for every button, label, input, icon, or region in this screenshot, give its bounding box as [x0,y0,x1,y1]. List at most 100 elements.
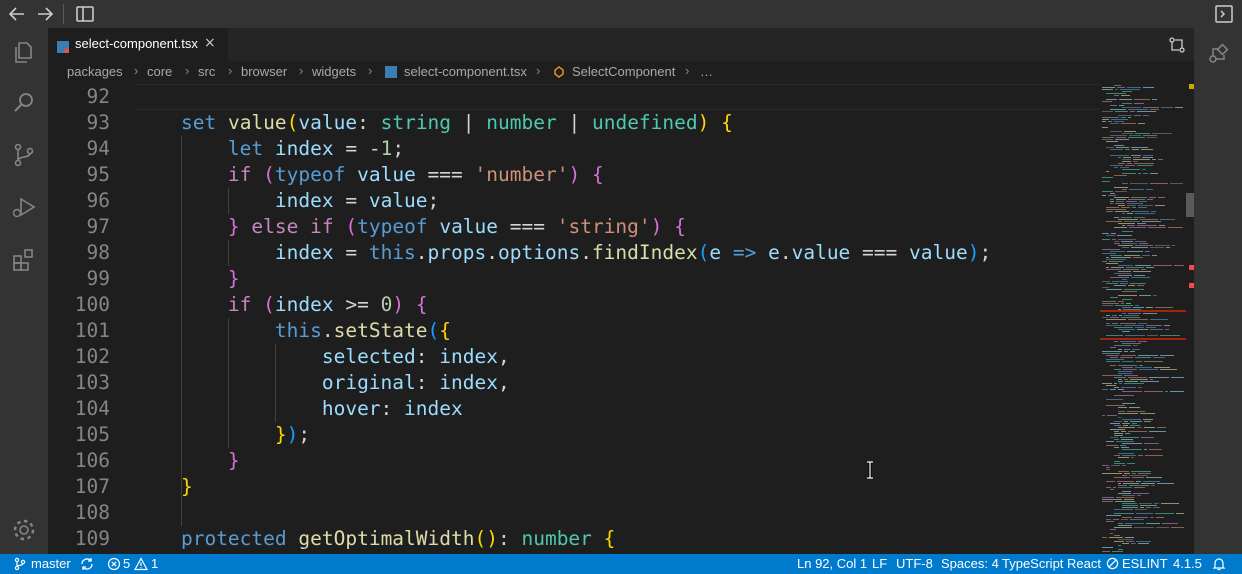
close-icon[interactable]: × [204,35,216,51]
open-changes-icon[interactable] [1168,36,1186,54]
minimap-line [1165,329,1169,330]
minimap-line [1138,323,1147,324]
minimap-line [1122,243,1137,244]
scrollbar-thumb[interactable] [1186,193,1194,217]
minimap-line [1159,225,1165,226]
minimap-line [1131,277,1150,278]
minimap-line [1122,331,1130,332]
breadcrumb-item[interactable]: widgets [312,64,356,79]
minimap-line [1110,437,1118,438]
minimap-line [1119,383,1122,384]
toggle-sidebar-icon[interactable] [74,3,96,25]
tab-select-component[interactable]: select-component.tsx × [48,28,228,61]
search-icon[interactable] [10,89,38,117]
code-line: 107 } [48,474,1194,500]
indentation[interactable]: Spaces: 4 [941,556,999,571]
minimap-line [1106,487,1111,488]
minimap-line [1133,257,1143,258]
minimap-line [1147,199,1153,200]
minimap-line [1117,87,1125,88]
sync-icon[interactable] [80,557,94,574]
extensions-icon[interactable] [10,246,38,274]
branch-name[interactable]: master [31,556,71,571]
breadcrumb-item[interactable]: src [198,64,215,79]
react-tsx-file-icon [57,38,70,54]
settings-gear-icon[interactable] [10,516,38,544]
minimap-line [1141,149,1153,150]
minimap-line [1106,221,1122,222]
minimap-line [1110,255,1122,256]
minimap-line [1150,329,1163,330]
minimap-line [1152,133,1172,134]
code-line: 97 } else if (typeof value === 'string')… [48,214,1194,240]
minimap-line [1102,537,1107,538]
minimap-line [1102,551,1110,552]
minimap-line [1122,161,1131,162]
minimap-line [1118,417,1121,418]
code-line: 94 let index = -1; [48,136,1194,162]
arrow-right-icon[interactable] [34,3,56,25]
minimap-line [1118,379,1122,380]
minimap-line [1143,481,1160,482]
breadcrumb-item[interactable]: select-component.tsx [404,64,527,79]
minimap-line [1115,305,1133,306]
minimap-line [1114,327,1133,328]
minimap-line [1138,341,1147,342]
minimap[interactable] [1100,83,1186,554]
arrow-left-icon[interactable] [6,3,28,25]
toggle-panel-icon[interactable] [1213,3,1235,25]
notifications-bell-icon[interactable] [1212,556,1226,574]
breadcrumb-item[interactable]: core [147,64,172,79]
warning-count[interactable]: 1 [151,556,158,571]
minimap-line [1110,489,1114,490]
code-line: 106 } [48,448,1194,474]
breadcrumb-item[interactable]: SelectComponent [572,64,675,79]
minimap-line [1139,365,1143,366]
minimap-line [1124,131,1136,132]
end-of-line[interactable]: LF [872,556,887,571]
minimap-line [1133,345,1138,346]
minimap-line [1156,527,1169,528]
minimap-line [1130,183,1148,184]
minimap-line [1110,201,1114,202]
typescript-version[interactable]: 4.1.5 [1173,556,1202,571]
extensions-view-icon[interactable] [1204,40,1232,68]
breadcrumb-item[interactable]: packages [67,64,123,79]
eslint-status[interactable]: ESLINT [1122,556,1168,571]
breadcrumb-item[interactable]: browser [241,64,287,79]
run-debug-icon[interactable] [10,193,38,221]
minimap-line [1114,509,1133,510]
cursor-position[interactable]: Ln 92, Col 1 [797,556,867,571]
code-editor[interactable]: 92 93 set value(value: string | number |… [48,83,1194,554]
minimap-line [1122,183,1128,184]
minimap-line [1124,255,1140,256]
chevron-right-icon: › [134,63,139,78]
minimap-line [1122,465,1126,466]
explorer-icon[interactable] [10,38,38,66]
minimap-line [1130,283,1146,284]
minimap-line [1118,453,1134,454]
vertical-scrollbar[interactable] [1186,83,1194,554]
minimap-line [1131,155,1141,156]
minimap-line [1106,257,1109,258]
encoding[interactable]: UTF-8 [896,556,933,571]
minimap-line [1129,227,1146,228]
minimap-line [1122,173,1136,174]
title-separator [63,4,64,24]
minimap-line [1131,457,1134,458]
minimap-line [1135,213,1155,214]
language-mode[interactable]: TypeScript React [1002,556,1101,571]
minimap-line [1128,117,1131,118]
breadcrumb-item[interactable]: … [700,64,713,79]
minimap-line [1102,233,1109,234]
minimap-line [1121,303,1124,304]
error-count[interactable]: 5 [123,556,130,571]
minimap-line [1118,413,1138,414]
minimap-line [1123,483,1139,484]
minimap-line [1146,307,1153,308]
minimap-line [1146,507,1151,508]
minimap-line [1122,225,1125,226]
source-control-icon[interactable] [10,141,38,169]
code-line: 101 this.setState({ [48,318,1194,344]
minimap-line [1114,527,1132,528]
